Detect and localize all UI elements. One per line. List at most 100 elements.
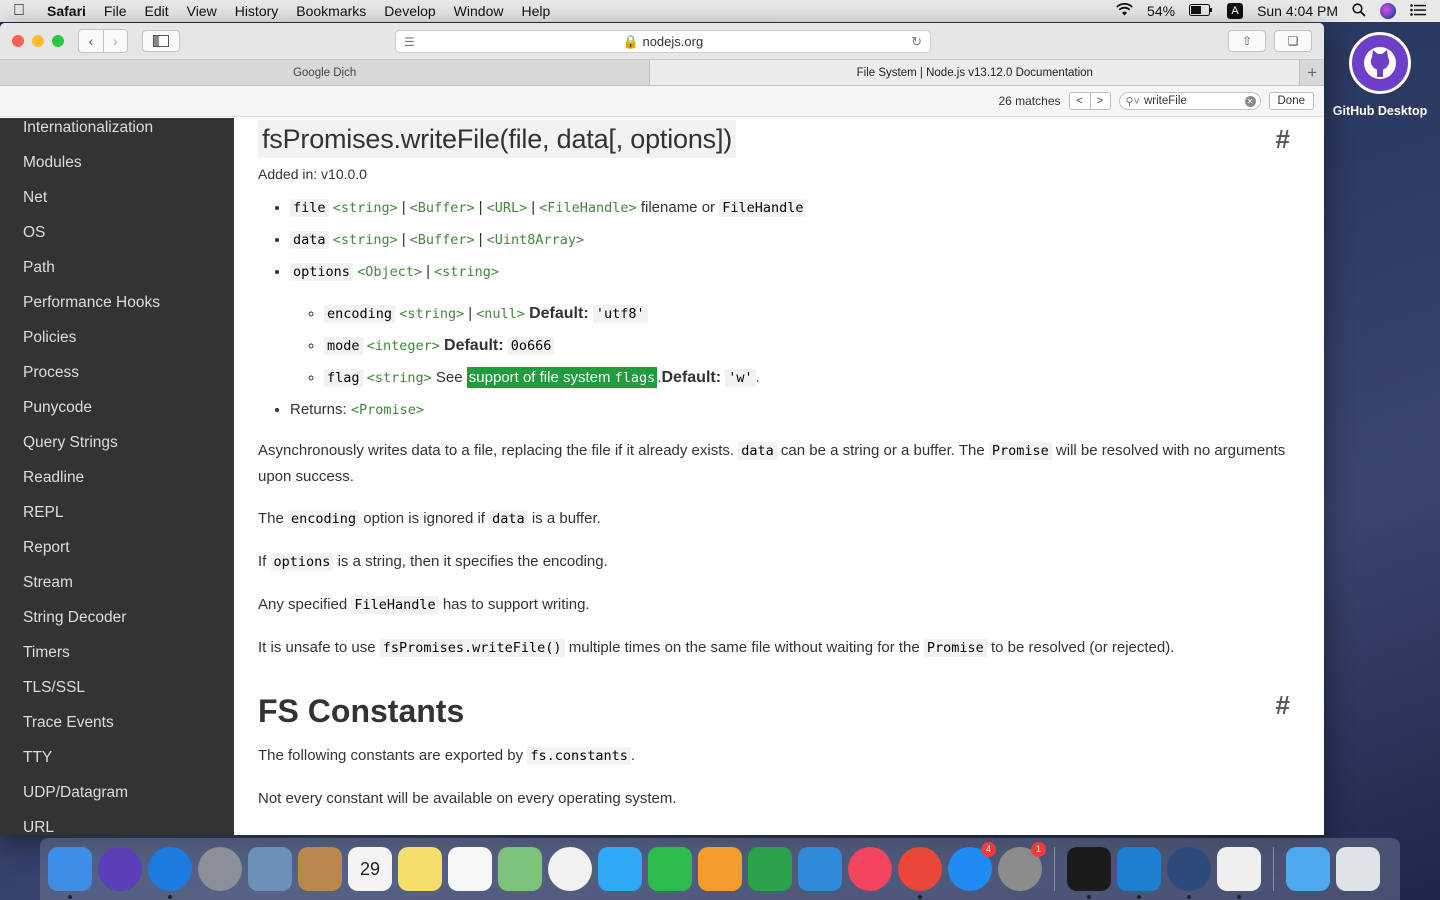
messages-icon[interactable] xyxy=(598,847,642,891)
sidebar-item-internationalization[interactable]: Internationalization xyxy=(0,118,234,145)
type-link[interactable]: <Object> xyxy=(357,264,422,280)
sidebar-item-tty[interactable]: TTY xyxy=(0,740,234,775)
heading-anchor-link[interactable]: # xyxy=(1276,124,1290,155)
sidebar-item-modules[interactable]: Modules xyxy=(0,145,234,180)
maps-icon[interactable] xyxy=(498,847,542,891)
sidebar-item-path[interactable]: Path xyxy=(0,250,234,285)
launchpad-icon[interactable] xyxy=(198,847,242,891)
back-icon[interactable]: ‹ xyxy=(79,30,103,52)
finder-icon[interactable] xyxy=(48,847,92,899)
find-input[interactable]: ⚲˅ writeFile ✕ xyxy=(1118,92,1261,110)
sidebar-item-stream[interactable]: Stream xyxy=(0,565,234,600)
file-system-flags-link[interactable]: support of file system flags xyxy=(466,367,658,388)
tab-fs-docs[interactable]: File System | Node.js v13.12.0 Documenta… xyxy=(650,60,1301,85)
sidebar-item-punycode[interactable]: Punycode xyxy=(0,390,234,425)
pages-icon[interactable] xyxy=(698,847,742,891)
sidebar-item-string-decoder[interactable]: String Decoder xyxy=(0,600,234,635)
sidebar-item-process[interactable]: Process xyxy=(0,355,234,390)
siri-icon[interactable] xyxy=(1380,3,1396,19)
sidebar-item-timers[interactable]: Timers xyxy=(0,635,234,670)
battery-icon[interactable] xyxy=(1189,3,1213,19)
quicktime-icon[interactable] xyxy=(1167,847,1211,899)
find-previous-icon[interactable]: < xyxy=(1070,93,1090,109)
tabs-overview-icon[interactable]: ❏ xyxy=(1274,30,1312,52)
tab-google-dich[interactable]: Google Dịch xyxy=(0,60,651,85)
terminal-icon[interactable] xyxy=(1067,847,1111,899)
system-preferences-icon[interactable]: 1 xyxy=(998,842,1046,891)
menu-history[interactable]: History xyxy=(226,3,288,19)
clear-icon[interactable]: ✕ xyxy=(1244,95,1256,107)
new-tab-icon[interactable]: + xyxy=(1300,60,1324,85)
safari-icon[interactable] xyxy=(148,847,192,899)
keynote-icon[interactable] xyxy=(798,847,842,891)
sidebar-item-query-strings[interactable]: Query Strings xyxy=(0,425,234,460)
photos-icon[interactable] xyxy=(548,847,592,891)
menu-develop[interactable]: Develop xyxy=(375,3,444,19)
clock[interactable]: Sun 4:04 PM xyxy=(1257,3,1338,19)
find-done-button[interactable]: Done xyxy=(1268,92,1314,110)
sidebar-item-report[interactable]: Report xyxy=(0,530,234,565)
sidebar-item-performance-hooks[interactable]: Performance Hooks xyxy=(0,285,234,320)
close-button[interactable] xyxy=(12,35,24,47)
input-source-icon[interactable]: A xyxy=(1227,3,1244,19)
type-link[interactable]: <Buffer> xyxy=(410,200,475,216)
minimize-button[interactable] xyxy=(32,35,44,47)
apple-icon[interactable]:  xyxy=(0,2,38,20)
type-link[interactable]: <integer> xyxy=(367,338,440,354)
address-bar[interactable]: ☰ 🔒 nodejs.org ↻ xyxy=(395,30,931,53)
type-link[interactable]: <string> xyxy=(367,370,432,386)
menu-view[interactable]: View xyxy=(178,3,226,19)
url-text[interactable]: 🔒 nodejs.org xyxy=(415,34,911,50)
find-query[interactable]: writeFile xyxy=(1144,95,1245,107)
vscode-icon[interactable] xyxy=(1117,847,1161,899)
sidebar-toggle-icon[interactable] xyxy=(142,30,180,52)
menu-app-name[interactable]: Safari xyxy=(38,3,95,19)
sidebar-item-url[interactable]: URL xyxy=(0,810,234,835)
wifi-icon[interactable] xyxy=(1116,3,1133,19)
reload-icon[interactable]: ↻ xyxy=(911,34,922,50)
sidebar-item-policies[interactable]: Policies xyxy=(0,320,234,355)
type-link[interactable]: <string> xyxy=(399,306,464,322)
menu-bookmarks[interactable]: Bookmarks xyxy=(287,3,375,19)
notification-center-icon[interactable] xyxy=(1410,3,1426,19)
sidebar-item-net[interactable]: Net xyxy=(0,180,234,215)
app-store-icon[interactable]: 4 xyxy=(948,842,996,891)
menu-window[interactable]: Window xyxy=(445,3,513,19)
menu-edit[interactable]: Edit xyxy=(135,3,177,19)
reminders-icon[interactable] xyxy=(448,847,492,891)
sidebar-item-repl[interactable]: REPL xyxy=(0,495,234,530)
numbers-icon[interactable] xyxy=(748,847,792,891)
type-link[interactable]: <string> xyxy=(434,264,499,280)
type-link[interactable]: <Uint8Array> xyxy=(487,232,585,248)
trash-icon[interactable] xyxy=(1336,847,1380,891)
sidebar-item-tls-ssl[interactable]: TLS/SSL xyxy=(0,670,234,705)
type-link[interactable]: <string> xyxy=(333,200,398,216)
desktop-icon-github-desktop[interactable]: GitHub Desktop xyxy=(1330,32,1430,118)
reader-icon[interactable]: ☰ xyxy=(404,35,415,49)
forward-icon[interactable]: › xyxy=(103,30,127,52)
type-link[interactable]: <Buffer> xyxy=(410,232,475,248)
music-icon[interactable] xyxy=(848,847,892,891)
menu-help[interactable]: Help xyxy=(512,3,559,19)
contacts-icon[interactable] xyxy=(298,847,342,891)
section-anchor-link[interactable]: # xyxy=(1276,690,1290,721)
sidebar-item-os[interactable]: OS xyxy=(0,215,234,250)
type-link[interactable]: <Promise> xyxy=(351,402,424,418)
chrome-icon[interactable] xyxy=(898,847,942,899)
zoom-button[interactable] xyxy=(52,35,64,47)
facetime-icon[interactable] xyxy=(648,847,692,891)
type-link[interactable]: <string> xyxy=(333,232,398,248)
type-link[interactable]: <URL> xyxy=(487,200,528,216)
find-next-icon[interactable]: > xyxy=(1089,93,1110,109)
preview-eagle-icon[interactable] xyxy=(248,847,292,891)
calendar-icon[interactable]: 29 xyxy=(348,847,392,891)
textedit-icon[interactable] xyxy=(1217,847,1261,899)
sidebar-item-readline[interactable]: Readline xyxy=(0,460,234,495)
notes-icon[interactable] xyxy=(398,847,442,891)
sidebar-item-udp-datagram[interactable]: UDP/Datagram xyxy=(0,775,234,810)
share-icon[interactable]: ⇧ xyxy=(1228,30,1266,52)
sidebar-item-trace-events[interactable]: Trace Events xyxy=(0,705,234,740)
menu-file[interactable]: File xyxy=(95,3,136,19)
downloads-folder-icon[interactable] xyxy=(1286,847,1330,891)
type-link[interactable]: <null> xyxy=(476,306,525,322)
